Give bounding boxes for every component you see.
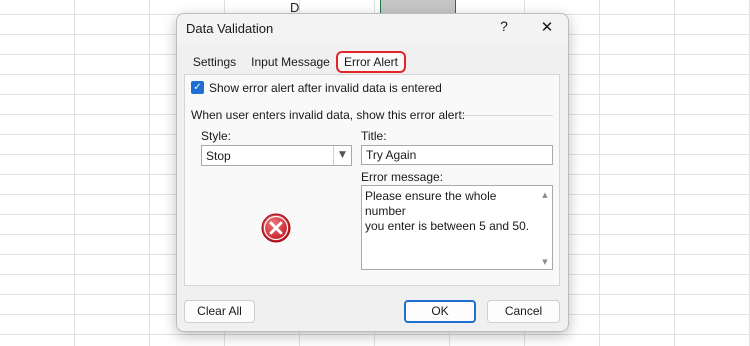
chevron-down-icon[interactable]: ▼ xyxy=(333,146,351,165)
style-value: Stop xyxy=(206,149,231,163)
title-input[interactable]: Try Again xyxy=(361,145,553,165)
error-message-label: Error message: xyxy=(361,170,444,184)
scroll-down-icon[interactable]: ▼ xyxy=(540,258,550,266)
tab-input-message[interactable]: Input Message xyxy=(247,52,334,73)
error-message-textarea[interactable]: Please ensure the whole number you enter… xyxy=(361,185,553,270)
show-error-alert-checkbox[interactable]: ✓ xyxy=(191,81,204,94)
tab-error-alert[interactable]: Error Alert xyxy=(336,51,406,73)
data-validation-dialog: Data Validation ? ✕ Settings Input Messa… xyxy=(176,13,569,332)
style-select[interactable]: Stop ▼ xyxy=(201,145,352,166)
column-header-d[interactable]: D xyxy=(290,0,306,15)
selected-column xyxy=(380,0,456,14)
ok-button[interactable]: OK xyxy=(404,300,476,323)
style-label: Style: xyxy=(201,129,232,143)
help-button[interactable]: ? xyxy=(495,18,513,38)
error-stop-icon xyxy=(261,213,291,243)
error-message-value: Please ensure the whole number you enter… xyxy=(365,189,530,233)
clear-all-button[interactable]: Clear All xyxy=(184,300,255,323)
scroll-up-icon[interactable]: ▲ xyxy=(540,191,550,199)
dialog-titlebar[interactable]: Data Validation ? ✕ xyxy=(177,14,568,44)
tab-settings[interactable]: Settings xyxy=(186,52,243,73)
show-error-alert-label[interactable]: Show error alert after invalid data is e… xyxy=(209,81,442,95)
section-label: When user enters invalid data, show this… xyxy=(191,108,466,122)
section-divider xyxy=(460,115,553,116)
cancel-button[interactable]: Cancel xyxy=(487,300,560,323)
dialog-title: Data Validation xyxy=(186,21,274,36)
close-button[interactable]: ✕ xyxy=(538,18,556,38)
title-label: Title: xyxy=(361,129,387,143)
title-value: Try Again xyxy=(366,148,417,162)
